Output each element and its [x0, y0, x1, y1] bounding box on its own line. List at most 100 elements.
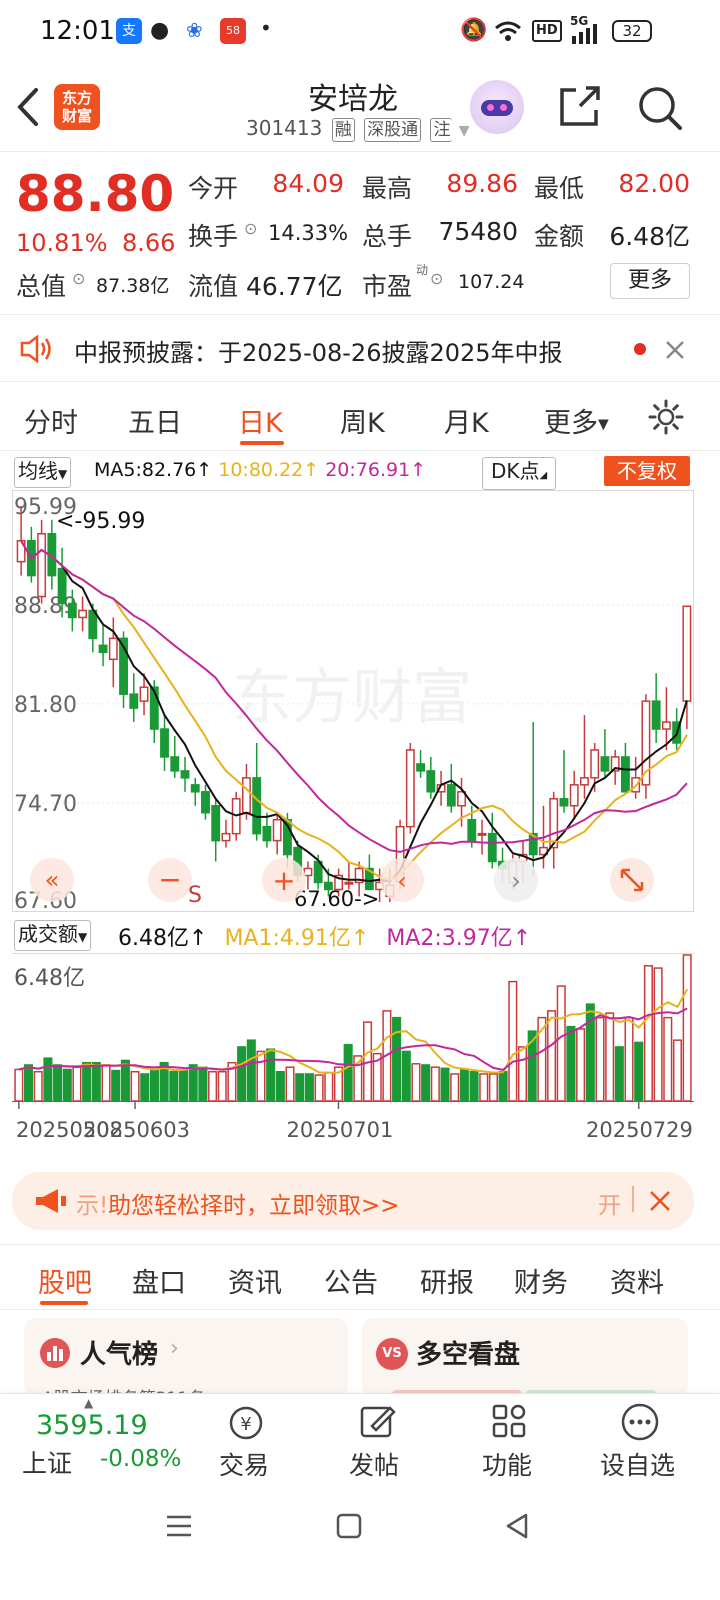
- candle-body: [426, 770, 436, 793]
- chevron-right-icon: ›: [170, 1336, 179, 1361]
- info-icon[interactable]: ⊙: [430, 269, 443, 288]
- price-axis-label: 81.80: [14, 693, 77, 718]
- volume-select[interactable]: 成交额▼: [14, 920, 92, 951]
- popularity-title: 人气榜: [80, 1340, 159, 1370]
- volume-bar: [430, 1066, 440, 1102]
- low-label: 最低: [534, 174, 585, 203]
- corner-triangle-icon: ◢: [539, 470, 548, 481]
- volume-value: 75480: [438, 217, 518, 246]
- volume-bar: [663, 1016, 673, 1102]
- tab-research[interactable]: 研报: [420, 1261, 474, 1300]
- candle-body: [252, 777, 262, 835]
- tab-monthly-k[interactable]: 月K: [444, 401, 489, 440]
- tab-weekly-k[interactable]: 周K: [340, 401, 385, 440]
- turnover-value: 14.33%: [268, 221, 349, 245]
- tab-announcements[interactable]: 公告: [324, 1261, 378, 1300]
- volume-bar: [295, 1073, 305, 1102]
- search-icon[interactable]: [636, 84, 684, 132]
- volume-bar: [469, 1070, 479, 1102]
- candle-body: [303, 867, 313, 877]
- no-adjust-button[interactable]: 不复权: [604, 456, 690, 486]
- tab-five-day[interactable]: 五日: [128, 401, 182, 440]
- watermark-text: 东方财富: [232, 664, 472, 731]
- kline-chart[interactable]: 东方财富 95.9988.8981.8074.7067.60 <-95.99 6…: [12, 490, 694, 912]
- close-icon[interactable]: [664, 339, 686, 361]
- volume-legend: 6.48亿↑ MA1:4.91亿↑ MA2:3.97亿↑: [118, 926, 532, 951]
- volume-bar: [169, 1070, 179, 1102]
- volume-bar: [517, 1046, 528, 1102]
- index-value[interactable]: 3595.19: [36, 1410, 148, 1441]
- chevron-down-icon[interactable]: ▼: [459, 123, 470, 139]
- tab-intraday[interactable]: 分时: [24, 401, 78, 440]
- promo-toggle[interactable]: 开: [598, 1186, 621, 1220]
- tab-more[interactable]: 更多▼: [544, 401, 609, 440]
- low-value: 82.00: [618, 169, 690, 198]
- ma10-value: 10:80.22: [218, 459, 304, 481]
- nav-post[interactable]: 发帖: [349, 1446, 399, 1482]
- popularity-card[interactable]: 人气榜 › A股市场排名第311名: [24, 1318, 348, 1398]
- tab-profile[interactable]: 资料: [610, 1261, 664, 1300]
- hd-icon: HD: [532, 20, 562, 42]
- tab-news[interactable]: 资讯: [228, 1261, 282, 1300]
- volume-chart[interactable]: 6.48亿 2025050820250603 20250701 20250729: [12, 953, 694, 1159]
- volume-bar: [401, 1050, 411, 1102]
- promo-prefix: 示!: [76, 1193, 109, 1219]
- tab-daily-k[interactable]: 日K: [238, 401, 283, 440]
- back-triangle-icon[interactable]: [502, 1511, 532, 1541]
- candle-body: [651, 700, 661, 730]
- nav-trade[interactable]: 交易: [219, 1446, 269, 1482]
- assistant-robot-icon[interactable]: [470, 80, 524, 134]
- candle-body: [242, 777, 251, 814]
- volume-bar: [237, 1046, 247, 1102]
- market-cap-value: 87.38亿: [96, 275, 170, 297]
- nav-add-watchlist[interactable]: 设自选: [600, 1446, 675, 1482]
- promo-text: 助您轻松择时，立即领取>>: [108, 1193, 400, 1219]
- more-quote-button[interactable]: 更多: [610, 263, 690, 299]
- volume-bar: [120, 1059, 130, 1102]
- ma-select[interactable]: 均线▼: [14, 457, 72, 488]
- status-time: 12:01: [40, 16, 115, 46]
- system-nav-bar: [0, 1483, 720, 1600]
- candle-body: [170, 756, 180, 772]
- volume-bar: [614, 1046, 624, 1102]
- promo-banner[interactable]: 示! 助您轻松择时，立即领取>> 开: [12, 1172, 694, 1230]
- candle-body: [180, 770, 190, 779]
- candle-body: [201, 791, 210, 814]
- dk-point-button[interactable]: DK点◢: [482, 457, 557, 490]
- chevron-right-icon: ›: [511, 867, 521, 895]
- connect-tag: 深股通: [364, 118, 422, 142]
- volume-bar: [672, 1039, 682, 1102]
- menu-icon[interactable]: [164, 1511, 194, 1541]
- volume-bar: [508, 980, 518, 1102]
- candle-body: [57, 567, 67, 605]
- volume-bar: [208, 1070, 218, 1102]
- volume-bar: [624, 1016, 634, 1102]
- megaphone-icon: [36, 1189, 66, 1213]
- tab-guba[interactable]: 股吧: [38, 1261, 92, 1300]
- home-square-icon[interactable]: [334, 1511, 364, 1541]
- index-name[interactable]: 上证: [22, 1444, 72, 1480]
- candle-body: [160, 728, 169, 758]
- volume-bar: [547, 1010, 557, 1102]
- notice-bar[interactable]: 中报预披露：于2025-08-26披露2025年中报: [0, 314, 720, 382]
- volume-bar: [178, 1069, 189, 1102]
- notification-dot-icon: •: [260, 16, 272, 40]
- tab-finance[interactable]: 财务: [514, 1261, 568, 1300]
- tab-orderbook[interactable]: 盘口: [132, 1261, 186, 1300]
- grid-icon: [492, 1404, 526, 1438]
- volume-ma2: MA2:3.97亿: [386, 926, 513, 951]
- info-icon[interactable]: ⊙: [244, 219, 257, 238]
- kline-tabs: 分时 五日 日K 周K 月K 更多▼: [0, 383, 720, 451]
- active-tab-indicator: [40, 1301, 88, 1305]
- nav-function[interactable]: 功能: [482, 1446, 532, 1482]
- change-percent: 10.81%: [16, 229, 108, 257]
- volume-bar: [634, 1041, 644, 1102]
- volume-bar: [43, 1057, 53, 1102]
- long-short-card[interactable]: VS 多空看盘: [362, 1318, 688, 1398]
- divider: [632, 1186, 634, 1212]
- gear-icon[interactable]: [648, 399, 684, 435]
- trade-icon: ¥: [229, 1406, 263, 1440]
- close-icon[interactable]: [648, 1189, 672, 1213]
- info-icon[interactable]: ⊙: [72, 269, 85, 288]
- share-icon[interactable]: [556, 84, 604, 130]
